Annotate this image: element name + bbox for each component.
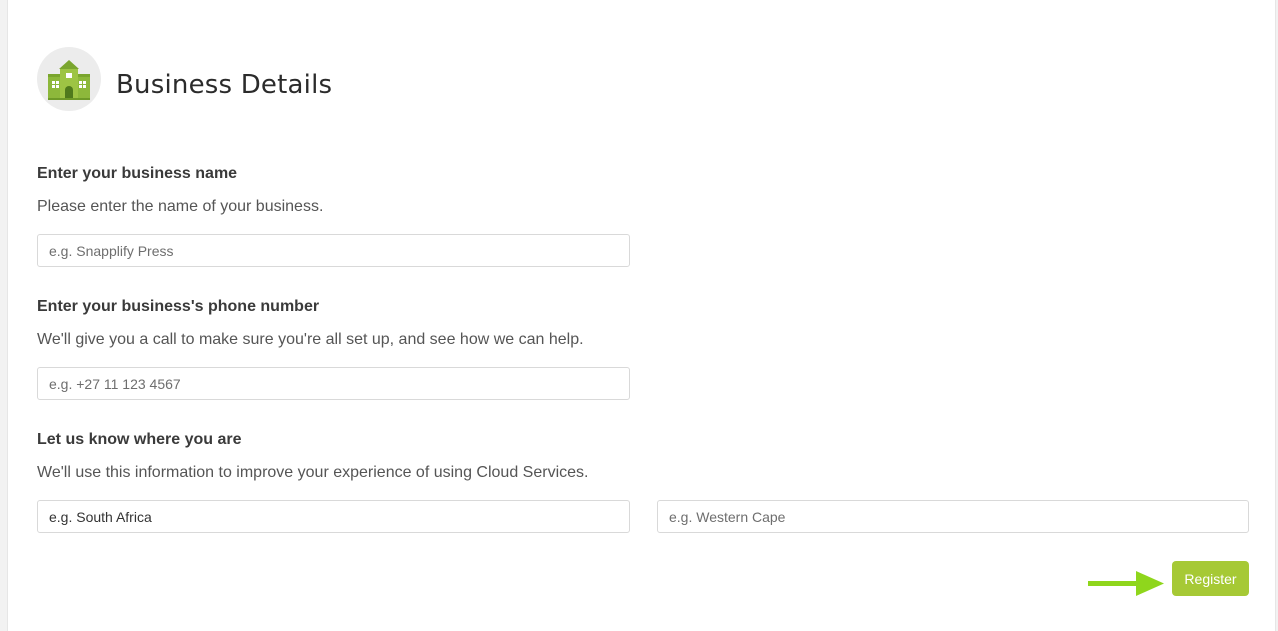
building-icon <box>48 60 90 100</box>
page-title: Business Details <box>116 70 333 100</box>
region-input[interactable] <box>657 500 1249 533</box>
country-input[interactable] <box>37 500 630 533</box>
phone-description: We'll give you a call to make sure you'r… <box>37 331 584 348</box>
phone-heading: Enter your business's phone number <box>37 298 320 315</box>
arrow-right-icon <box>1088 571 1164 596</box>
building-icon-badge <box>37 47 101 111</box>
business-name-heading: Enter your business name <box>37 165 238 182</box>
business-details-card: Business Details Enter your business nam… <box>7 0 1276 631</box>
business-name-input[interactable] <box>37 234 630 267</box>
phone-input[interactable] <box>37 367 630 400</box>
register-button[interactable]: Register <box>1172 561 1249 596</box>
location-heading: Let us know where you are <box>37 431 242 448</box>
business-name-description: Please enter the name of your business. <box>37 198 324 215</box>
location-description: We'll use this information to improve yo… <box>37 464 589 481</box>
